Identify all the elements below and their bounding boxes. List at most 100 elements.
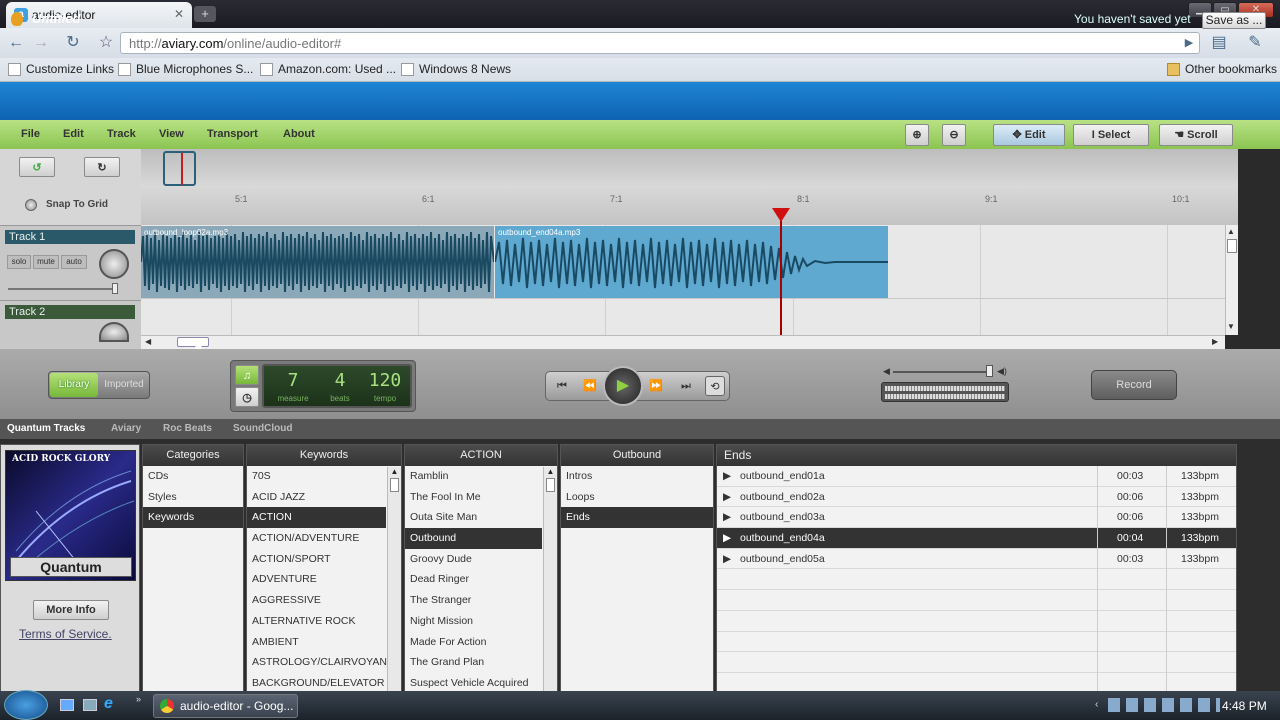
auto-button[interactable]: auto [61,255,87,269]
list-item[interactable]: ADVENTURE [247,569,401,590]
track-1-name[interactable]: Track 1 [5,230,135,244]
vertical-scrollbar[interactable]: ▲ ▼ [1225,225,1238,335]
list-item[interactable]: Loops [561,487,713,508]
go-icon[interactable]: ▶ [1178,33,1200,53]
tab-soundcloud[interactable]: SoundCloud [233,423,292,434]
play-preview-icon[interactable]: ▶ [723,553,731,565]
menu-file[interactable]: File [21,128,40,140]
scroll-left-icon[interactable]: ◀ [145,337,151,346]
zoom-out-icon[interactable]: ⊖ [942,124,966,146]
bookmark-star-icon[interactable]: ☆ [95,33,117,53]
list-item[interactable]: Made For Action [405,632,557,653]
start-button[interactable] [4,690,48,720]
list-item[interactable]: CDs [143,466,243,487]
undo-icon[interactable]: ↺ [19,157,55,177]
taskbar-clock[interactable]: 4:48 PM [1222,699,1267,713]
bookmark-item[interactable]: Customize Links [8,62,114,78]
select-tool-button[interactable]: I Select [1073,124,1149,146]
audio-clip[interactable]: outbound_loop02a.mp3 [141,226,494,298]
scroll-tool-button[interactable]: ☚ Scroll [1159,124,1233,146]
bookmark-item[interactable]: Windows 8 News [401,62,511,78]
redo-icon[interactable]: ↻ [84,157,120,177]
close-tab-icon[interactable]: ✕ [174,7,184,21]
list-item[interactable]: Ramblin [405,466,557,487]
taskbar-app-button[interactable]: audio-editor - Goog... [153,694,298,718]
horizontal-scrollbar[interactable]: ◀ ▶ [141,335,1225,349]
column-scrollbar[interactable]: ▲ [543,467,557,691]
list-item-selected[interactable]: Keywords [143,507,243,529]
imported-button[interactable]: Imported [100,373,148,397]
overview-selection[interactable] [163,151,196,186]
list-item[interactable]: 70S [247,466,401,487]
save-as-button[interactable]: Save as ... [1202,12,1266,29]
menu-view[interactable]: View [159,128,184,140]
zoom-in-icon[interactable]: ⊕ [905,124,929,146]
bookmark-item[interactable]: Blue Microphones S... [118,62,253,78]
list-item[interactable]: ACTION/SPORT [247,549,401,570]
music-note-icon[interactable]: ♫ [235,365,259,385]
timeline-overview[interactable] [141,149,1238,187]
list-item[interactable]: Intros [561,466,713,487]
list-item[interactable]: ACTION/ADVENTURE [247,528,401,549]
timeline-ruler[interactable] [141,187,1238,225]
list-item-selected[interactable]: Ends [561,507,713,529]
list-item[interactable]: Night Mission [405,611,557,632]
other-bookmarks[interactable]: Other bookmarks [1167,62,1277,78]
list-item-selected[interactable]: Outbound [405,528,542,549]
table-row[interactable]: ▶ outbound_end02a 00:06 133bpm [717,487,1236,508]
scroll-down-icon[interactable]: ▼ [1227,322,1235,331]
audio-clip-selected[interactable]: outbound_end04a.mp3 [495,226,888,298]
volume-slider[interactable] [8,288,118,290]
master-volume-slider[interactable] [893,371,993,373]
track-2-name[interactable]: Track 2 [5,305,135,319]
record-button[interactable]: Record [1091,370,1177,400]
terms-link[interactable]: Terms of Service. [19,627,112,641]
tab-roc-beats[interactable]: Roc Beats [163,423,212,434]
tab-aviary[interactable]: Aviary [111,423,141,434]
table-row[interactable]: ▶ outbound_end01a 00:03 133bpm [717,466,1236,487]
list-item[interactable]: Outa Site Man [405,507,557,528]
play-button[interactable]: ▶ [603,366,643,406]
play-preview-icon[interactable]: ▶ [723,532,731,544]
column-scrollbar[interactable]: ▲ [387,467,401,691]
explorer-icon[interactable] [83,699,97,711]
rewind-icon[interactable]: ⏪ [580,376,600,396]
pan-knob[interactable] [99,249,129,279]
list-item[interactable]: Dead Ringer [405,569,557,590]
scroll-up-icon[interactable]: ▲ [1227,227,1235,236]
table-row[interactable]: ▶ outbound_end03a 00:06 133bpm [717,507,1236,529]
back-icon[interactable]: ← [5,33,27,53]
list-item[interactable]: The Fool In Me [405,487,557,508]
mute-button[interactable]: mute [33,255,59,269]
scroll-thumb[interactable] [546,478,555,492]
list-item-selected[interactable]: ACTION [247,507,386,529]
library-button[interactable]: Library [50,373,98,397]
scroll-up-icon[interactable]: ▲ [544,467,557,476]
play-preview-icon[interactable]: ▶ [723,470,731,482]
scroll-thumb[interactable] [1227,239,1237,253]
more-info-button[interactable]: More Info [33,600,109,620]
tempo-value[interactable]: 120 [360,370,410,391]
address-bar[interactable]: http://aviary.com/online/audio-editor# [120,32,1200,54]
scroll-thumb[interactable] [177,337,209,347]
list-item[interactable]: AGGRESSIVE [247,590,401,611]
quick-launch-more-icon[interactable]: » [136,694,141,704]
menu-transport[interactable]: Transport [207,128,258,140]
scroll-thumb[interactable] [390,478,399,492]
list-item[interactable]: The Grand Plan [405,652,557,673]
list-item[interactable]: AMBIENT [247,632,401,653]
skip-to-start-icon[interactable]: ⏮ [552,376,572,396]
playhead-marker-icon[interactable] [772,208,790,222]
list-item[interactable]: Groovy Dude [405,549,557,570]
skip-to-end-icon[interactable]: ⏭ [676,376,696,396]
album-cover[interactable]: ACID ROCK GLORY Quantum [5,450,136,581]
bookmark-item[interactable]: Amazon.com: Used ... [260,62,396,78]
tray-expand-icon[interactable]: ‹ [1095,699,1098,710]
edit-tool-button[interactable]: ✥ Edit [993,124,1065,146]
reload-icon[interactable]: ↻ [62,33,84,53]
list-item[interactable]: The Stranger [405,590,557,611]
menu-track[interactable]: Track [107,128,136,140]
playhead[interactable] [780,210,782,335]
solo-button[interactable]: solo [7,255,31,269]
list-item[interactable]: Suspect Vehicle Acquired [405,673,557,691]
